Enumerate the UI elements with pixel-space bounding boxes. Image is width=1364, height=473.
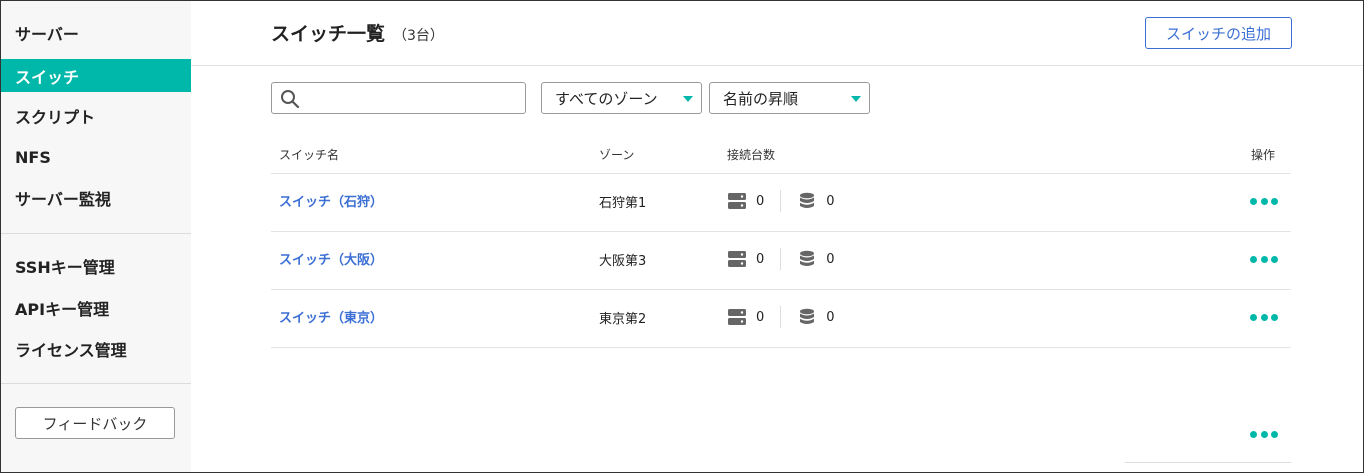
sidebar-divider [1, 233, 191, 234]
switch-name-link[interactable]: スイッチ（大阪） [279, 249, 383, 268]
sidebar-item-ssh-keys[interactable]: SSHキー管理 [1, 249, 191, 282]
connection-separator [780, 306, 782, 328]
storage-count: 0 [826, 309, 835, 325]
more-horizontal-icon[interactable] [1250, 426, 1278, 442]
table-row: スイッチ（大阪） 大阪第3 0 0 [271, 231, 1291, 288]
sort-select[interactable]: 名前の昇順 [709, 82, 870, 114]
server-icon [728, 309, 746, 325]
zone-select-value: すべてのゾーン [555, 89, 658, 108]
sidebar-item-api-keys[interactable]: APIキー管理 [1, 291, 191, 324]
database-icon [800, 192, 815, 208]
add-switch-button[interactable]: スイッチの追加 [1145, 17, 1292, 49]
app-window: サーバー スイッチ スクリプト NFS サーバー監視 SSHキー管理 APIキー… [0, 0, 1364, 473]
database-icon [800, 250, 815, 266]
feedback-button[interactable]: フィードバック [15, 407, 175, 439]
sidebar-item-licenses[interactable]: ライセンス管理 [1, 332, 191, 365]
database-icon [800, 308, 815, 324]
more-dot [1271, 313, 1278, 321]
table-row: スイッチ（石狩） 石狩第1 0 0 [271, 173, 1291, 230]
sidebar-divider [1, 383, 191, 384]
switch-zone: 東京第2 [599, 312, 647, 327]
more-dot [1271, 430, 1278, 438]
search-box [271, 82, 526, 114]
column-header-name: スイッチ名 [279, 148, 340, 162]
caret-down-icon [851, 96, 861, 102]
table-row: スイッチ（東京） 東京第2 0 0 [271, 289, 1291, 346]
server-count: 0 [756, 251, 765, 267]
search-input[interactable] [304, 85, 519, 111]
header-divider [191, 65, 1363, 66]
column-header-connections: 接続台数 [727, 148, 776, 162]
sidebar: サーバー スイッチ スクリプト NFS サーバー監視 SSHキー管理 APIキー… [1, 1, 191, 472]
more-horizontal-icon[interactable] [1250, 309, 1278, 325]
connection-counts: 0 0 [727, 187, 835, 215]
more-dot [1260, 197, 1268, 205]
server-icon [728, 193, 746, 209]
sidebar-item-servers[interactable]: サーバー [1, 16, 191, 49]
sidebar-item-switches[interactable]: スイッチ [1, 59, 191, 92]
switch-name-link[interactable]: スイッチ（東京） [279, 307, 383, 326]
sidebar-item-server-monitoring[interactable]: サーバー監視 [1, 181, 191, 214]
page-title-text: スイッチ一覧 [271, 23, 386, 45]
sidebar-item-nfs[interactable]: NFS [1, 141, 191, 174]
server-count: 0 [756, 193, 765, 209]
more-dot [1250, 255, 1257, 263]
more-dot [1271, 197, 1278, 205]
more-horizontal-icon[interactable] [1250, 251, 1278, 267]
more-dot [1260, 313, 1268, 321]
connection-separator [780, 190, 782, 212]
page-title: スイッチ一覧 （3台） [271, 19, 444, 46]
more-horizontal-icon[interactable] [1250, 193, 1278, 209]
storage-count: 0 [826, 251, 835, 267]
column-header-zone: ゾーン [599, 148, 635, 162]
server-icon [728, 251, 746, 267]
column-header-actions: 操作 [1251, 148, 1276, 162]
more-dot [1250, 197, 1257, 205]
more-dot [1271, 255, 1278, 263]
storage-count: 0 [826, 193, 835, 209]
more-dot [1250, 430, 1257, 438]
zone-select[interactable]: すべてのゾーン [541, 82, 702, 114]
switch-zone: 石狩第1 [599, 196, 647, 211]
switch-count: （3台） [393, 28, 444, 44]
caret-down-icon [683, 96, 693, 102]
sort-select-value: 名前の昇順 [723, 89, 799, 108]
switch-name-link[interactable]: スイッチ（石狩） [279, 191, 383, 210]
more-dot [1250, 313, 1257, 321]
main-content: スイッチ一覧 （3台） スイッチの追加 すべてのゾーン 名前の昇順 スイッチ名 ゾ… [191, 1, 1363, 472]
table-divider [271, 347, 1291, 348]
more-dot [1260, 430, 1268, 438]
bottom-divider [1125, 462, 1291, 463]
sidebar-item-scripts[interactable]: スクリプト [1, 99, 191, 132]
server-count: 0 [756, 309, 765, 325]
connection-counts: 0 0 [727, 303, 835, 331]
more-dot [1260, 255, 1268, 263]
search-icon [281, 90, 300, 109]
switch-zone: 大阪第3 [599, 254, 647, 269]
connection-separator [780, 248, 782, 270]
connection-counts: 0 0 [727, 245, 835, 273]
